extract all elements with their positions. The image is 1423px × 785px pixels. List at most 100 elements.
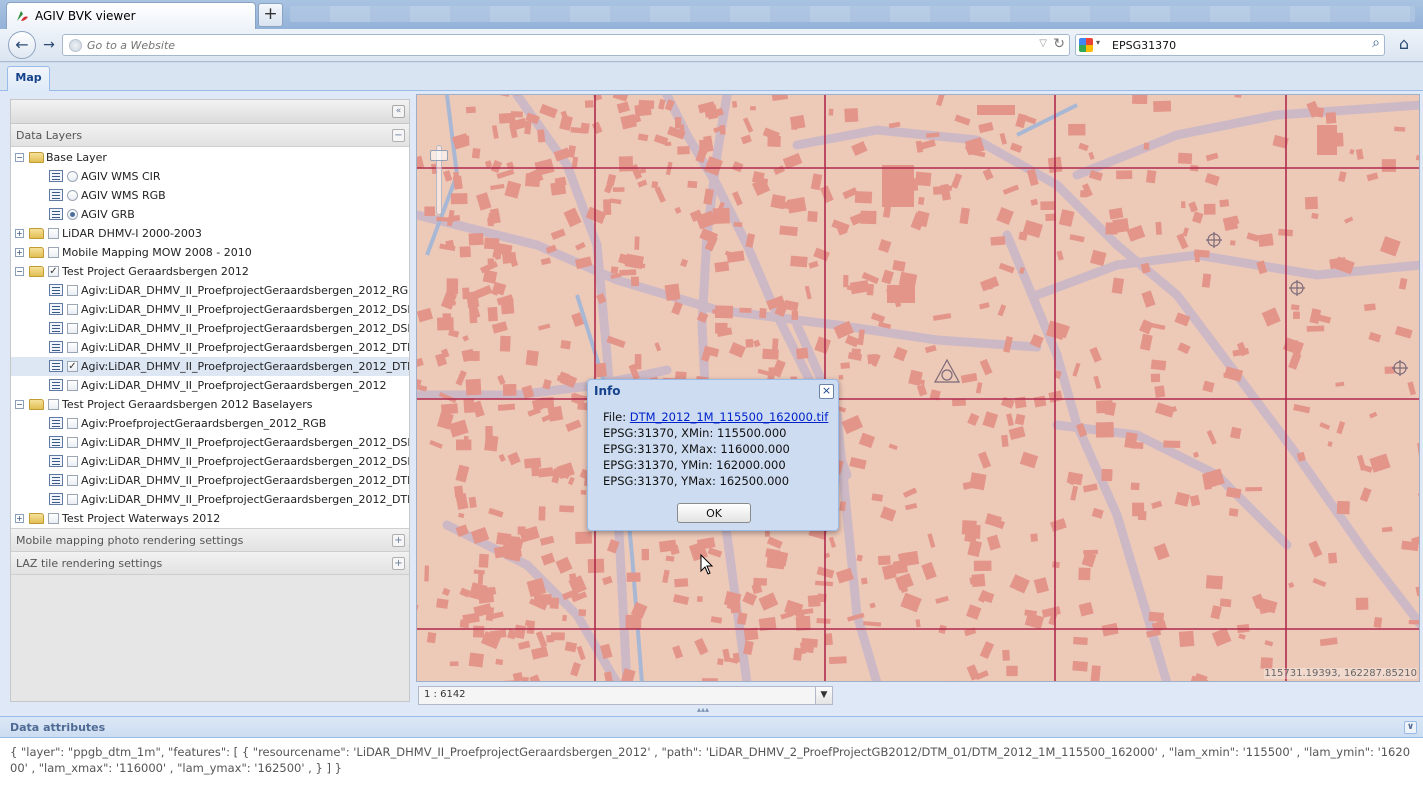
layer-legend-icon[interactable] (49, 341, 63, 353)
close-icon[interactable]: × (819, 384, 834, 399)
browser-tab-agiv[interactable]: AGIV BVK viewer (6, 2, 256, 29)
tree-layer-node[interactable]: Agiv:LiDAR_DHMV_II_ProefprojectGeraardsb… (11, 433, 409, 452)
map-building (490, 159, 503, 174)
scale-combobox[interactable]: 1 : 6142 ▼ (418, 686, 833, 705)
map-building (576, 645, 586, 661)
map-canvas[interactable] (417, 95, 1420, 682)
layer-radio[interactable] (67, 171, 78, 182)
layer-checkbox[interactable] (67, 323, 78, 334)
mobile-mapping-settings-header[interactable]: Mobile mapping photo rendering settings … (11, 529, 409, 552)
data-attributes-header[interactable]: Data attributes ∨ (0, 717, 1423, 738)
layer-legend-icon[interactable] (49, 436, 63, 448)
collapse-node-icon[interactable]: − (15, 400, 24, 409)
history-dropdown-icon[interactable]: ▽ (1039, 38, 1047, 49)
layer-legend-icon[interactable] (49, 303, 63, 315)
layer-radio[interactable] (67, 209, 78, 220)
expand-node-icon[interactable]: + (15, 229, 24, 238)
back-arrow-icon[interactable]: ← (8, 31, 36, 59)
expand-section-icon[interactable]: + (392, 557, 405, 570)
search-bar[interactable]: ▾ ⌕ (1075, 34, 1385, 56)
tree-folder-node[interactable]: − Test Project Geraardsbergen 2012 Basela… (11, 395, 409, 414)
tree-layer-node[interactable]: Agiv:LiDAR_DHMV_II_ProefprojectGeraardsb… (11, 319, 409, 338)
layer-checkbox[interactable] (48, 228, 59, 239)
layer-checkbox[interactable] (67, 304, 78, 315)
layer-checkbox[interactable] (67, 437, 78, 448)
splitter-handle-icon[interactable]: ▴▴▴ (697, 705, 709, 714)
tree-layer-node[interactable]: Agiv:ProefprojectGeraardsbergen_2012_RGB (11, 414, 409, 433)
layer-legend-icon[interactable] (49, 284, 63, 296)
reload-icon[interactable]: ↻ (1053, 36, 1065, 52)
layer-legend-icon[interactable] (49, 493, 63, 505)
chevron-down-icon[interactable]: ▼ (815, 687, 832, 704)
map-building (1132, 95, 1148, 105)
map-viewport[interactable]: 115731.19393, 162287.85210 (416, 94, 1420, 682)
url-input[interactable] (87, 37, 1027, 53)
search-engine-icon[interactable]: ▾ (1079, 38, 1103, 52)
layer-checkbox[interactable]: ✓ (67, 361, 78, 372)
layer-legend-icon[interactable] (49, 170, 63, 182)
file-link[interactable]: DTM_2012_1M_115500_162000.tif (630, 410, 829, 424)
map-building (497, 374, 506, 386)
tree-layer-node[interactable]: Agiv:LiDAR_DHMV_II_ProefprojectGeraardsb… (11, 338, 409, 357)
tree-layer-node[interactable]: Agiv:LiDAR_DHMV_II_ProefprojectGeraardsb… (11, 300, 409, 319)
map-building (435, 598, 449, 609)
collapse-panel-icon[interactable]: « (392, 105, 405, 118)
layer-checkbox[interactable] (67, 456, 78, 467)
map-building (1091, 507, 1104, 519)
forward-arrow-icon[interactable]: → (38, 35, 60, 55)
tree-layer-node[interactable]: Agiv:LiDAR_DHMV_II_ProefprojectGeraardsb… (11, 471, 409, 490)
layer-legend-icon[interactable] (49, 189, 63, 201)
tree-folder-node[interactable]: − ✓ Test Project Geraardsbergen 2012 (11, 262, 409, 281)
layer-legend-icon[interactable] (49, 322, 63, 334)
tree-layer-node[interactable]: AGIV WMS CIR (11, 167, 409, 186)
layer-checkbox[interactable] (67, 342, 78, 353)
magnifier-icon[interactable]: ⌕ (1372, 35, 1380, 51)
expand-node-icon[interactable]: + (15, 514, 24, 523)
layer-checkbox[interactable] (48, 399, 59, 410)
collapse-icon[interactable]: ∨ (1404, 721, 1417, 734)
layer-checkbox[interactable] (67, 494, 78, 505)
collapse-node-icon[interactable]: − (15, 153, 24, 162)
layer-checkbox[interactable] (48, 247, 59, 258)
layer-legend-icon[interactable] (49, 360, 63, 372)
layer-checkbox[interactable] (67, 285, 78, 296)
map-building (1245, 486, 1263, 492)
data-layers-header[interactable]: Data Layers − (11, 124, 409, 147)
laz-settings-header[interactable]: LAZ tile rendering settings + (11, 552, 409, 575)
tree-folder-node[interactable]: + LiDAR DHMV-I 2000-2003 (11, 224, 409, 243)
ok-button[interactable]: OK (677, 503, 751, 523)
map-building (1056, 250, 1064, 261)
collapse-section-icon[interactable]: − (392, 129, 405, 142)
expand-node-icon[interactable]: + (15, 248, 24, 257)
layer-checkbox[interactable]: ✓ (48, 266, 59, 277)
layer-legend-icon[interactable] (49, 474, 63, 486)
tree-layer-node[interactable]: AGIV GRB (11, 205, 409, 224)
map-building (935, 95, 945, 107)
layer-legend-icon[interactable] (49, 379, 63, 391)
address-bar[interactable]: ▽ ↻ (62, 34, 1070, 56)
layer-legend-icon[interactable] (49, 455, 63, 467)
tree-folder-node[interactable]: + Test Project Waterways 2012 (11, 509, 409, 528)
search-input[interactable] (1112, 38, 1352, 53)
tree-layer-node[interactable]: Agiv:LiDAR_DHMV_II_ProefprojectGeraardsb… (11, 376, 409, 395)
layer-checkbox[interactable] (48, 513, 59, 524)
tab-map[interactable]: Map (7, 66, 50, 91)
layer-checkbox[interactable] (67, 418, 78, 429)
home-icon[interactable]: ⌂ (1393, 34, 1415, 56)
new-tab-button[interactable]: + (258, 3, 283, 27)
expand-section-icon[interactable]: + (392, 534, 405, 547)
tree-layer-node[interactable]: ✓ Agiv:LiDAR_DHMV_II_ProefprojectGeraards… (11, 357, 409, 376)
layer-checkbox[interactable] (67, 475, 78, 486)
layer-legend-icon[interactable] (49, 417, 63, 429)
tree-layer-node[interactable]: Agiv:LiDAR_DHMV_II_ProefprojectGeraardsb… (11, 281, 409, 300)
tree-layer-node[interactable]: AGIV WMS RGB (11, 186, 409, 205)
layer-legend-icon[interactable] (49, 208, 63, 220)
tree-folder-node[interactable]: + Mobile Mapping MOW 2008 - 2010 (11, 243, 409, 262)
collapse-node-icon[interactable]: − (15, 267, 24, 276)
layer-checkbox[interactable] (67, 380, 78, 391)
layer-radio[interactable] (67, 190, 78, 201)
zoom-slider-handle[interactable] (430, 150, 448, 161)
tree-folder-node[interactable]: − Base Layer (11, 148, 409, 167)
tree-layer-node[interactable]: Agiv:LiDAR_DHMV_II_ProefprojectGeraardsb… (11, 452, 409, 471)
tree-layer-node[interactable]: Agiv:LiDAR_DHMV_II_ProefprojectGeraardsb… (11, 490, 409, 509)
